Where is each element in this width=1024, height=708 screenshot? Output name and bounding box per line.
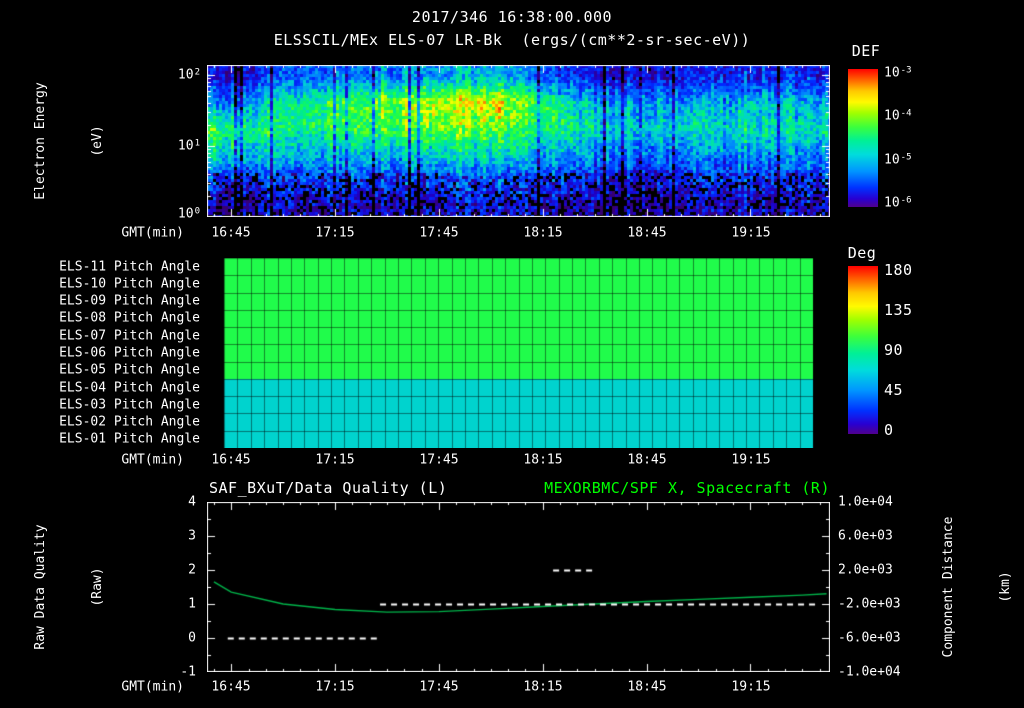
log-base: 10 bbox=[884, 195, 900, 211]
quality-tick-label: 1 bbox=[188, 596, 196, 612]
distance-tick-label: 6.0e+03 bbox=[838, 528, 893, 544]
distance-tick-label: -1.0e+04 bbox=[838, 664, 901, 680]
panel3-left-axis-label: Raw Data Quality (Raw) bbox=[0, 467, 145, 707]
pitch-row-label: ELS-10 Pitch Angle bbox=[59, 276, 200, 292]
quality-tick-label: 2 bbox=[188, 562, 196, 578]
time-tick-label: 18:45 bbox=[627, 679, 667, 695]
y-axis-label-line: Component Distance bbox=[941, 516, 956, 658]
def-colorbar-gradient bbox=[848, 69, 878, 207]
gmt-axis-label: GMT(min) bbox=[121, 679, 184, 695]
distance-tick-label: -6.0e+03 bbox=[838, 630, 901, 646]
log-base: 10 bbox=[177, 206, 194, 222]
time-tick-label: 17:45 bbox=[419, 225, 459, 241]
electron-energy-spectrogram bbox=[207, 65, 830, 217]
log-base: 10 bbox=[177, 67, 194, 83]
plot-page: 2017/346 16:38:00.000 ELSSCIL/MEx ELS-07… bbox=[0, 0, 1024, 708]
page-title: 2017/346 16:38:00.000 bbox=[411, 8, 613, 26]
pitch-row-label: ELS-05 Pitch Angle bbox=[59, 362, 200, 378]
time-tick-label: 17:45 bbox=[419, 679, 459, 695]
panel3-left-title: SAF_BXuT/Data Quality (L) bbox=[209, 479, 448, 497]
log-base: 10 bbox=[884, 152, 900, 168]
time-tick-label: 17:15 bbox=[315, 452, 355, 468]
def-tick-label: 10-5 bbox=[884, 153, 912, 168]
deg-colorbar-gradient bbox=[848, 266, 878, 434]
log-exponent: 0 bbox=[194, 206, 200, 217]
pitch-row-label: ELS-06 Pitch Angle bbox=[59, 345, 200, 361]
pitch-row-label: ELS-01 Pitch Angle bbox=[59, 431, 200, 447]
pitch-row-label: ELS-04 Pitch Angle bbox=[59, 380, 200, 396]
time-tick-label: 17:45 bbox=[419, 452, 459, 468]
quality-tick-label: 0 bbox=[188, 630, 196, 646]
quality-tick-label: -1 bbox=[180, 664, 196, 680]
panel3-right-axis-label: Component Distance (km) bbox=[901, 467, 1024, 707]
def-colorbar-title: DEF bbox=[851, 42, 881, 60]
time-tick-label: 16:45 bbox=[211, 679, 251, 695]
time-tick-label: 19:15 bbox=[731, 225, 771, 241]
deg-tick-label: 0 bbox=[884, 421, 894, 439]
log-base: 10 bbox=[177, 138, 194, 154]
distance-tick-label: -2.0e+03 bbox=[838, 596, 901, 612]
distance-tick-label: 1.0e+04 bbox=[838, 494, 893, 510]
log-base: 10 bbox=[884, 108, 900, 124]
time-tick-label: 17:15 bbox=[315, 225, 355, 241]
pitch-row-label: ELS-11 Pitch Angle bbox=[59, 259, 200, 275]
quality-tick-label: 3 bbox=[188, 528, 196, 544]
energy-axis-tick: 101 bbox=[178, 139, 200, 154]
deg-tick-label: 135 bbox=[884, 301, 913, 319]
plot-subtitle: ELSSCIL/MEx ELS-07 LR-Bk (ergs/(cm**2-sr… bbox=[273, 31, 751, 49]
log-exponent: -5 bbox=[900, 152, 912, 163]
y-axis-label-line: (eV) bbox=[90, 125, 105, 157]
time-tick-label: 16:45 bbox=[211, 225, 251, 241]
distance-tick-label: 2.0e+03 bbox=[838, 562, 893, 578]
y-axis-label-line: (km) bbox=[998, 571, 1013, 603]
y-axis-label-line: Electron Energy bbox=[33, 82, 48, 200]
pitch-row-label: ELS-03 Pitch Angle bbox=[59, 397, 200, 413]
time-tick-label: 19:15 bbox=[731, 679, 771, 695]
pitch-row-label: ELS-02 Pitch Angle bbox=[59, 414, 200, 430]
energy-axis-tick: 100 bbox=[178, 207, 200, 222]
log-exponent: 2 bbox=[194, 67, 200, 78]
def-tick-label: 10-4 bbox=[884, 109, 912, 124]
time-tick-label: 17:15 bbox=[315, 679, 355, 695]
deg-colorbar-title: Deg bbox=[847, 244, 877, 262]
time-tick-label: 18:15 bbox=[523, 679, 563, 695]
log-exponent: -3 bbox=[900, 65, 912, 76]
gmt-axis-label: GMT(min) bbox=[121, 452, 184, 468]
deg-tick-label: 45 bbox=[884, 381, 904, 399]
panel3-right-title: MEXORBMC/SPF X, Spacecraft (R) bbox=[544, 479, 830, 497]
pitch-angle-panel bbox=[207, 258, 830, 448]
log-exponent: -4 bbox=[900, 108, 912, 119]
time-tick-label: 18:15 bbox=[523, 452, 563, 468]
pitch-row-label: ELS-09 Pitch Angle bbox=[59, 293, 200, 309]
energy-axis-tick: 102 bbox=[178, 68, 200, 83]
time-tick-label: 18:45 bbox=[627, 452, 667, 468]
log-base: 10 bbox=[884, 65, 900, 81]
gmt-axis-label: GMT(min) bbox=[121, 225, 184, 241]
quality-distance-plot bbox=[207, 502, 830, 672]
pitch-row-label: ELS-08 Pitch Angle bbox=[59, 310, 200, 326]
pitch-row-label: ELS-07 Pitch Angle bbox=[59, 328, 200, 344]
def-tick-label: 10-3 bbox=[884, 66, 912, 81]
time-tick-label: 18:45 bbox=[627, 225, 667, 241]
deg-tick-label: 90 bbox=[884, 341, 904, 359]
y-axis-label-line: (Raw) bbox=[90, 567, 105, 607]
time-tick-label: 18:15 bbox=[523, 225, 563, 241]
y-axis-label-line: Raw Data Quality bbox=[33, 524, 48, 650]
quality-tick-label: 4 bbox=[188, 494, 196, 510]
deg-tick-label: 180 bbox=[884, 261, 913, 279]
time-tick-label: 16:45 bbox=[211, 452, 251, 468]
def-tick-label: 10-6 bbox=[884, 196, 912, 211]
log-exponent: -6 bbox=[900, 195, 912, 206]
log-exponent: 1 bbox=[194, 138, 200, 149]
time-tick-label: 19:15 bbox=[731, 452, 771, 468]
